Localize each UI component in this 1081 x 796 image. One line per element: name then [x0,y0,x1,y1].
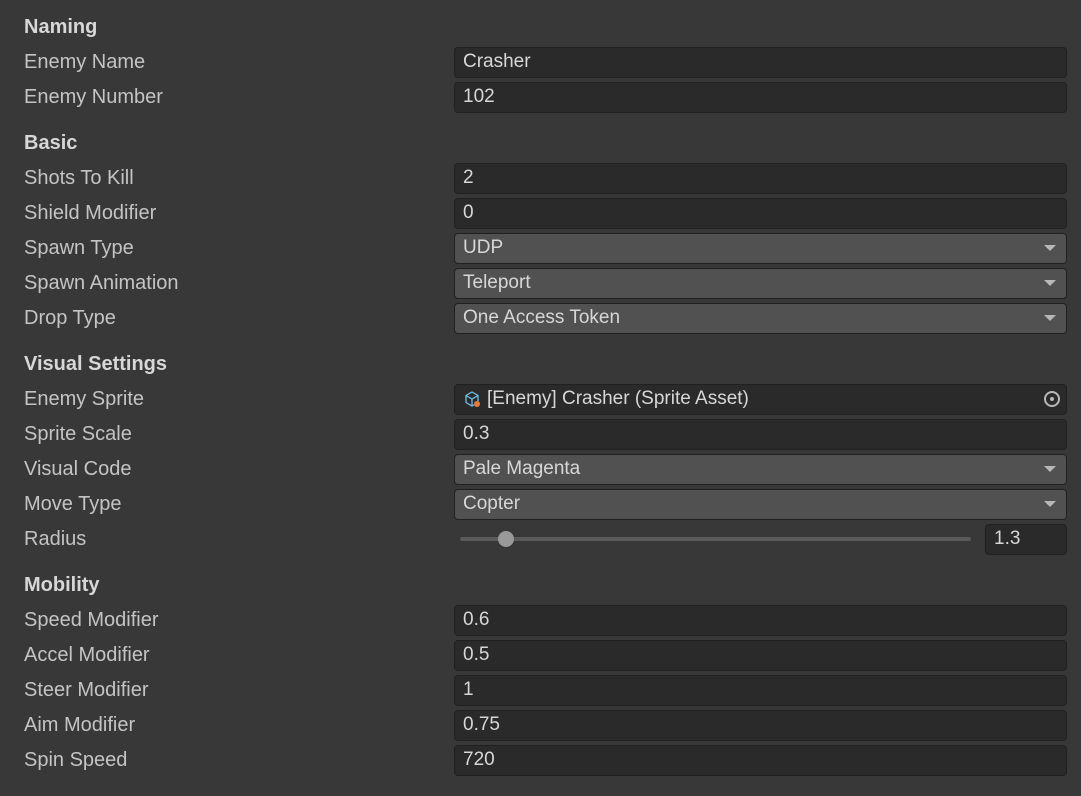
row-speed-modifier: Speed Modifier 0.6 [24,603,1067,637]
section-header-mobility: Mobility [24,574,1067,597]
label-speed-modifier: Speed Modifier [24,609,454,632]
dropdown-spawn-type-value: UDP [463,237,503,259]
input-steer-modifier[interactable]: 1 [454,675,1067,706]
label-enemy-name: Enemy Name [24,51,454,74]
row-radius: Radius 1.3 [24,522,1067,556]
chevron-down-icon [1044,280,1056,286]
input-enemy-name[interactable]: Crasher [454,47,1067,78]
row-aim-modifier: Aim Modifier 0.75 [24,708,1067,742]
dropdown-spawn-animation-value: Teleport [463,272,531,294]
slider-radius[interactable] [460,537,971,541]
label-radius: Radius [24,528,454,551]
chevron-down-icon [1044,501,1056,507]
prefab-icon [463,390,481,408]
slider-thumb-icon[interactable] [498,531,514,547]
row-spawn-type: Spawn Type UDP [24,231,1067,265]
input-shots-to-kill[interactable]: 2 [454,163,1067,194]
dropdown-move-type-value: Copter [463,493,520,515]
chevron-down-icon [1044,315,1056,321]
section-header-visual: Visual Settings [24,353,1067,376]
label-visual-code: Visual Code [24,458,454,481]
row-sprite-scale: Sprite Scale 0.3 [24,417,1067,451]
dropdown-move-type[interactable]: Copter [454,489,1067,520]
chevron-down-icon [1044,466,1056,472]
object-picker-icon[interactable] [1044,391,1060,407]
inspector-panel: Naming Enemy Name Crasher Enemy Number 1… [0,0,1081,788]
label-sprite-scale: Sprite Scale [24,423,454,446]
input-radius-value[interactable]: 1.3 [985,524,1067,555]
section-header-naming: Naming [24,16,1067,39]
row-steer-modifier: Steer Modifier 1 [24,673,1067,707]
dropdown-visual-code[interactable]: Pale Magenta [454,454,1067,485]
dropdown-drop-type[interactable]: One Access Token [454,303,1067,334]
label-enemy-sprite: Enemy Sprite [24,388,454,411]
label-drop-type: Drop Type [24,307,454,330]
input-aim-modifier[interactable]: 0.75 [454,710,1067,741]
label-spawn-animation: Spawn Animation [24,272,454,295]
object-field-enemy-sprite-value: [Enemy] Crasher (Sprite Asset) [487,388,749,410]
dropdown-visual-code-value: Pale Magenta [463,458,580,480]
dropdown-spawn-type[interactable]: UDP [454,233,1067,264]
label-move-type: Move Type [24,493,454,516]
row-shots-to-kill: Shots To Kill 2 [24,161,1067,195]
section-header-basic: Basic [24,132,1067,155]
label-spawn-type: Spawn Type [24,237,454,260]
label-steer-modifier: Steer Modifier [24,679,454,702]
input-shield-modifier[interactable]: 0 [454,198,1067,229]
row-spin-speed: Spin Speed 720 [24,743,1067,777]
dropdown-drop-type-value: One Access Token [463,307,620,329]
row-visual-code: Visual Code Pale Magenta [24,452,1067,486]
input-speed-modifier[interactable]: 0.6 [454,605,1067,636]
label-spin-speed: Spin Speed [24,749,454,772]
object-field-enemy-sprite[interactable]: [Enemy] Crasher (Sprite Asset) [454,384,1067,415]
label-accel-modifier: Accel Modifier [24,644,454,667]
label-shield-modifier: Shield Modifier [24,202,454,225]
chevron-down-icon [1044,245,1056,251]
input-sprite-scale[interactable]: 0.3 [454,419,1067,450]
row-enemy-sprite: Enemy Sprite [Enemy] Crasher (Sprite Ass… [24,382,1067,416]
row-drop-type: Drop Type One Access Token [24,301,1067,335]
label-shots-to-kill: Shots To Kill [24,167,454,190]
row-enemy-number: Enemy Number 102 [24,80,1067,114]
row-move-type: Move Type Copter [24,487,1067,521]
dropdown-spawn-animation[interactable]: Teleport [454,268,1067,299]
label-enemy-number: Enemy Number [24,86,454,109]
row-shield-modifier: Shield Modifier 0 [24,196,1067,230]
input-accel-modifier[interactable]: 0.5 [454,640,1067,671]
label-aim-modifier: Aim Modifier [24,714,454,737]
input-enemy-number[interactable]: 102 [454,82,1067,113]
row-spawn-animation: Spawn Animation Teleport [24,266,1067,300]
row-accel-modifier: Accel Modifier 0.5 [24,638,1067,672]
input-spin-speed[interactable]: 720 [454,745,1067,776]
row-enemy-name: Enemy Name Crasher [24,45,1067,79]
